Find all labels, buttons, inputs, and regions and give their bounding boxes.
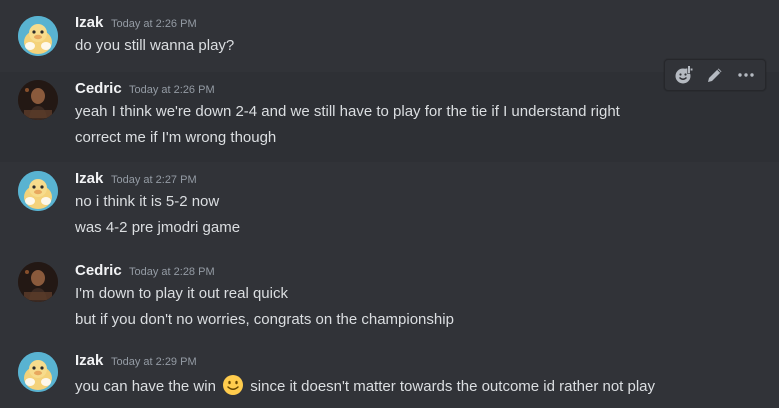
- message-timestamp[interactable]: Today at 2:27 PM: [111, 174, 197, 186]
- message-group: Cedric Today at 2:28 PM I'm down to play…: [0, 254, 779, 344]
- message-text-part: you can have the win: [75, 378, 216, 395]
- message-timestamp[interactable]: Today at 2:26 PM: [111, 18, 197, 30]
- avatar[interactable]: [18, 171, 58, 211]
- message-author[interactable]: Izak: [75, 352, 103, 369]
- message-text: correct me if I'm wrong though: [75, 129, 277, 146]
- message-author[interactable]: Izak: [75, 170, 103, 187]
- message-text: do you still wanna play?: [75, 37, 235, 54]
- message-text: but if you don't no worries, congrats on…: [75, 311, 454, 328]
- message-author[interactable]: Izak: [75, 14, 103, 31]
- chat-message-list: Izak Today at 2:26 PM do you still wanna…: [0, 0, 779, 408]
- message-author[interactable]: Cedric: [75, 80, 122, 97]
- message-group: Cedric Today at 2:26 PM yeah I think we'…: [0, 72, 779, 162]
- message-group: Izak Today at 2:27 PM no i think it is 5…: [0, 162, 779, 254]
- slightly-smiling-face-emoji[interactable]: [222, 374, 244, 396]
- avatar[interactable]: [18, 352, 58, 392]
- message-author[interactable]: Cedric: [75, 262, 122, 279]
- message-timestamp[interactable]: Today at 2:26 PM: [129, 84, 215, 96]
- message-text: I'm down to play it out real quick: [75, 285, 288, 302]
- message-text: no i think it is 5-2 now: [75, 193, 220, 210]
- avatar[interactable]: [18, 262, 58, 302]
- message-group: Izak Today at 2:26 PM do you still wanna…: [0, 0, 779, 72]
- message-text: yeah I think we're down 2-4 and we still…: [75, 103, 620, 120]
- message-group: Izak Today at 2:29 PM you can have the w…: [0, 344, 779, 408]
- avatar[interactable]: [18, 80, 58, 120]
- avatar[interactable]: [18, 16, 58, 56]
- message-text: you can have the win since it doesn't ma…: [75, 374, 655, 396]
- message-timestamp[interactable]: Today at 2:29 PM: [111, 356, 197, 368]
- message-text-part: since it doesn't matter towards the outc…: [250, 378, 656, 395]
- edit-icon[interactable]: [701, 61, 729, 89]
- message-actions-toolbar: [664, 59, 766, 91]
- message-timestamp[interactable]: Today at 2:28 PM: [129, 266, 215, 278]
- more-options-icon[interactable]: [732, 61, 760, 89]
- add-reaction-icon[interactable]: [670, 61, 698, 89]
- message-text: was 4-2 pre jmodri game: [75, 219, 241, 236]
